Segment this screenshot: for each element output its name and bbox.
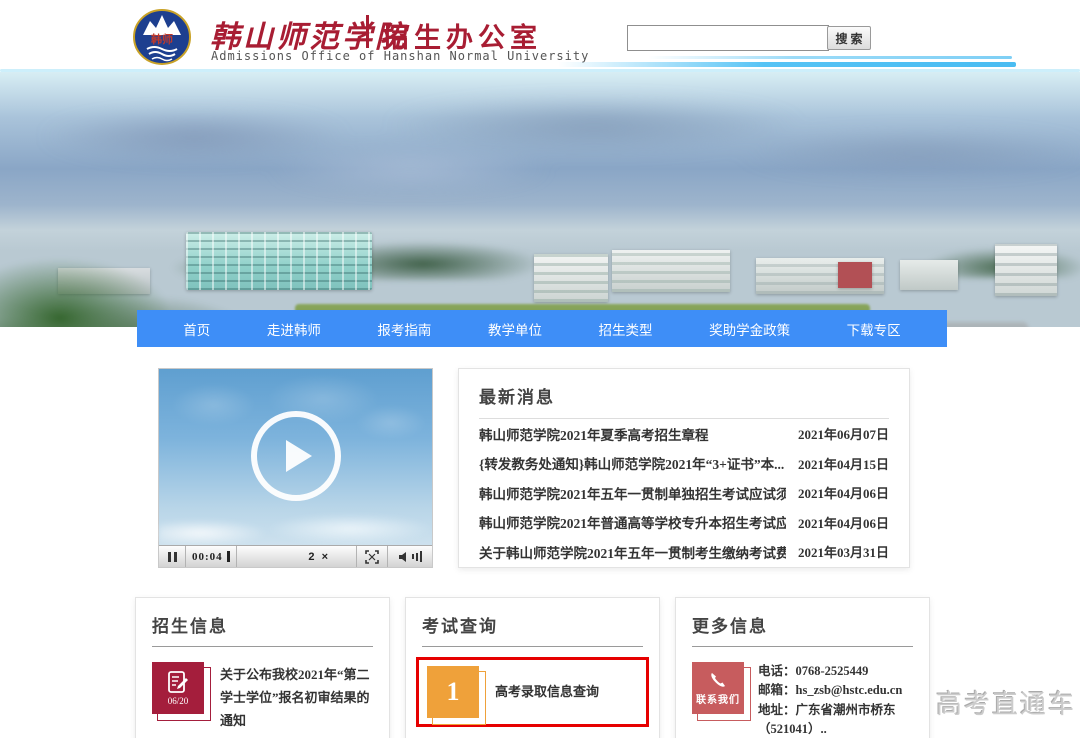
nav-item-apply-guide[interactable]: 报考指南 [377,319,431,339]
decorative-stripe [558,62,1016,67]
query-text[interactable]: 高考录取信息查询 [495,681,599,704]
campus-banner-photo [0,72,1080,327]
phone-icon [708,670,728,690]
volume-button[interactable] [388,546,432,567]
contact-tile-label: 联系我们 [696,691,740,706]
play-icon [286,440,312,472]
brand-name-english: Admissions Office of Hanshan Normal Univ… [211,49,589,63]
brand-divider [366,15,369,48]
gaokao-watermark: 高考直通车 [936,684,1076,721]
contact-address: 地址：广东省潮州市桥东 [758,701,902,720]
news-item[interactable]: 韩山师范学院2021年五年一贯制单独招生考试应试须... 2021年04月06日 [479,478,889,508]
nav-item-home[interactable]: 首页 [183,319,210,339]
gaokao-result-query-item-highlighted[interactable]: 1 高考录取信息查询 [416,657,649,727]
more-info-card: 更多信息 联系我们 电话：0768-2525449 邮箱：hs_zsb@hstc… [675,597,930,738]
banner-building [900,260,958,290]
news-item[interactable]: 韩山师范学院2021年夏季高考招生章程 2021年06月07日 [479,419,889,449]
video-controls-bar: 00:04 2 × [159,545,432,567]
query-number: 1 [447,677,460,707]
speaker-icon [398,551,410,563]
volume-bar [416,553,418,561]
university-logo-icon: 韩师 [131,7,193,67]
contact-phone: 电话：0768-2525449 [758,662,902,681]
divider [422,646,643,647]
news-item-title[interactable]: 韩山师范学院2021年五年一贯制单独招生考试应试须... [479,483,786,503]
video-clouds [159,505,432,545]
news-item-date: 2021年03月31日 [798,542,889,561]
divider [152,646,373,647]
news-item-title[interactable]: 韩山师范学院2021年夏季高考招生章程 [479,424,709,444]
news-item-date: 2021年06月07日 [798,424,889,443]
banner-building [612,250,730,292]
decorative-stripe [648,56,1012,59]
latest-news-panel: 最新消息 韩山师范学院2021年夏季高考招生章程 2021年06月07日 {转发… [458,368,910,568]
search-input[interactable] [627,25,829,51]
news-item[interactable]: 关于韩山师范学院2021年五年一贯制考生缴纳考试费... 2021年03月31日 [479,537,889,567]
seek-handle[interactable] [227,551,230,562]
query-tile[interactable]: 1 [427,666,479,718]
nav-item-scholarship-policy[interactable]: 奖助学金政策 [709,319,790,339]
nav-item-teaching-units[interactable]: 教学单位 [488,319,542,339]
card-title: 招生信息 [152,612,373,637]
banner-building [995,244,1057,296]
news-item[interactable]: 韩山师范学院2021年普通高等学校专升本招生考试应... 2021年04月06日 [479,508,889,538]
nav-item-admission-types[interactable]: 招生类型 [599,319,653,339]
notice-tile[interactable]: 06/20 [152,662,204,714]
contact-tile[interactable]: 联系我们 [692,662,744,714]
contact-details: 电话：0768-2525449 邮箱：hs_zsb@hstc.edu.cn 地址… [758,662,902,738]
news-item-title[interactable]: 韩山师范学院2021年普通高等学校专升本招生考试应... [479,512,786,532]
notice-text[interactable]: 关于公布我校2021年“第二学士学位”报名初审结果的通知 [220,662,373,732]
contact-us-item[interactable]: 联系我们 电话：0768-2525449 邮箱：hs_zsb@hstc.edu.… [692,662,913,738]
nav-item-about[interactable]: 走进韩师 [267,319,321,339]
news-item-title[interactable]: 关于韩山师范学院2021年五年一贯制考生缴纳考试费... [479,542,786,562]
card-title: 更多信息 [692,612,913,637]
promo-video-player[interactable]: 00:04 2 × [158,368,433,568]
news-item-title[interactable]: {转发教务处通知}韩山师范学院2021年“3+证书”本... [479,453,784,473]
search-button[interactable]: 搜 索 [827,26,871,50]
admissions-notice-item[interactable]: 06/20 关于公布我校2021年“第二学士学位”报名初审结果的通知 [152,662,373,732]
document-edit-icon [166,670,190,694]
divider [692,646,913,647]
news-item-date: 2021年04月06日 [798,513,889,532]
banner-clouds [0,92,1080,202]
news-item[interactable]: {转发教务处通知}韩山师范学院2021年“3+证书”本... 2021年04月1… [479,449,889,479]
volume-bar [420,551,422,562]
site-header: 韩师 韩山师范学院 招生办公室 Admissions Office of Han… [0,0,1080,72]
main-nav: 首页 走进韩师 报考指南 教学单位 招生类型 奖助学金政策 下载专区 [137,310,947,347]
exam-query-card: 考试查询 1 高考录取信息查询 [405,597,660,738]
contact-email: 邮箱：hs_zsb@hstc.edu.cn [758,681,902,700]
admissions-info-card: 招生信息 06/20 关于公布我校2021年“第二学士学位”报名初审结果的通知 … [135,597,390,738]
card-title: 考试查询 [422,612,643,637]
pause-button[interactable] [159,546,185,567]
seek-track[interactable] [237,546,305,567]
nav-item-downloads[interactable]: 下载专区 [847,319,901,339]
news-panel-title: 最新消息 [479,383,889,408]
news-item-date: 2021年04月15日 [798,454,889,473]
admissions-homepage: 韩师 韩山师范学院 招生办公室 Admissions Office of Han… [0,0,1080,738]
banner-building [838,262,872,288]
video-time: 00:04 [186,551,227,563]
logo-seal-text: 韩师 [151,32,173,46]
playback-speed[interactable]: 2 × [304,551,356,563]
fullscreen-button[interactable] [357,546,387,567]
fullscreen-icon [365,550,379,564]
banner-building [534,254,608,302]
play-button[interactable] [251,411,341,501]
contact-address-2: （521041）.. [758,720,902,738]
news-item-date: 2021年04月06日 [798,483,889,502]
notice-date: 06/20 [168,696,189,706]
volume-bar [412,554,414,559]
